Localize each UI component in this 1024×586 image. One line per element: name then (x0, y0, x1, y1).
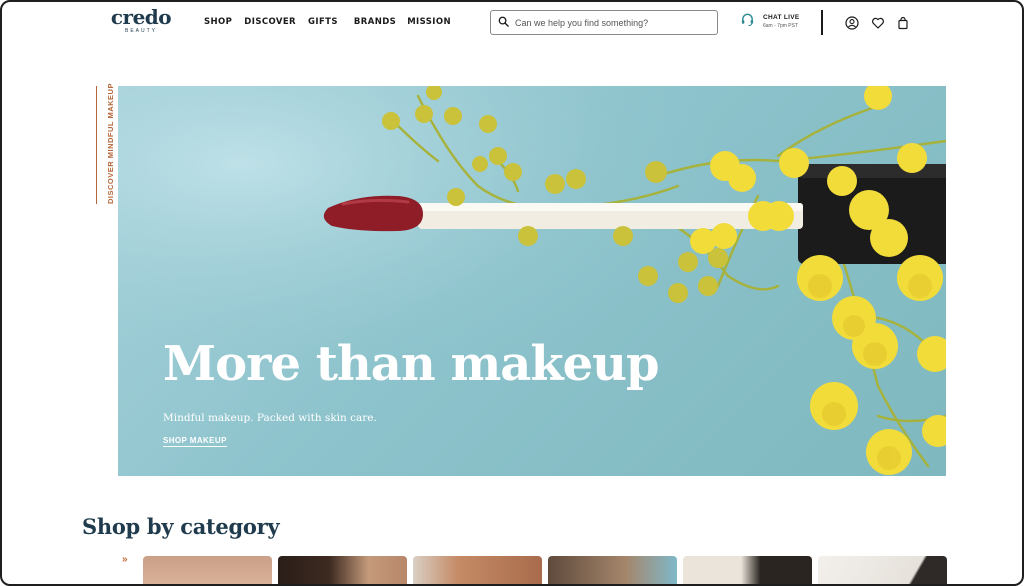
category-heading: Shop by category (82, 514, 280, 539)
brand-logo[interactable]: credo BEAUTY (110, 6, 172, 34)
hero-title: More than makeup (163, 336, 660, 392)
shop-makeup-link[interactable]: SHOP MAKEUP (163, 436, 227, 447)
side-tag-label: DISCOVER MINDFUL MAKEUP (106, 83, 115, 204)
nav-gifts[interactable]: GIFTS (308, 17, 338, 27)
search-input[interactable] (515, 17, 710, 28)
chat-label: CHAT LIVE (763, 14, 800, 21)
category-tile-4[interactable] (548, 556, 677, 584)
category-tile-6[interactable] (818, 556, 947, 584)
headset-icon (740, 12, 755, 32)
main-nav: SHOP DISCOVER GIFTS BRANDS MISSION (204, 17, 463, 27)
header-divider (821, 10, 823, 35)
search-icon (498, 14, 509, 32)
bag-icon[interactable] (896, 16, 910, 30)
hero-banner[interactable]: More than makeup Mindful makeup. Packed … (118, 86, 946, 476)
category-tile-2[interactable] (278, 556, 407, 584)
side-tag-line (96, 86, 97, 204)
chat-hours: 6am - 7pm PST (763, 23, 799, 29)
hero-subtitle: Mindful makeup. Packed with skin care. (163, 412, 377, 424)
nav-mission[interactable]: MISSION (407, 17, 451, 27)
category-carousel (143, 556, 947, 584)
site-header: credo BEAUTY SHOP DISCOVER GIFTS BRANDS … (2, 2, 1022, 44)
account-icon[interactable] (845, 16, 859, 30)
category-arrow-icon[interactable]: » (122, 554, 128, 565)
nav-shop[interactable]: SHOP (204, 17, 232, 27)
browser-frame: credo BEAUTY SHOP DISCOVER GIFTS BRANDS … (0, 0, 1024, 586)
category-tile-3[interactable] (413, 556, 542, 584)
chat-live-button[interactable]: CHAT LIVE 6am - 7pm PST (740, 12, 800, 32)
nav-discover[interactable]: DISCOVER (244, 17, 296, 27)
chat-text: CHAT LIVE 6am - 7pm PST (763, 14, 800, 30)
nav-brands[interactable]: BRANDS (354, 17, 396, 27)
category-tile-5[interactable] (683, 556, 812, 584)
logo-wordmark: credo (110, 5, 172, 29)
search-bar[interactable] (490, 10, 718, 35)
heart-icon[interactable] (871, 16, 885, 30)
hero-side-tag: DISCOVER MINDFUL MAKEUP (94, 83, 116, 206)
category-tile-1[interactable] (143, 556, 272, 584)
